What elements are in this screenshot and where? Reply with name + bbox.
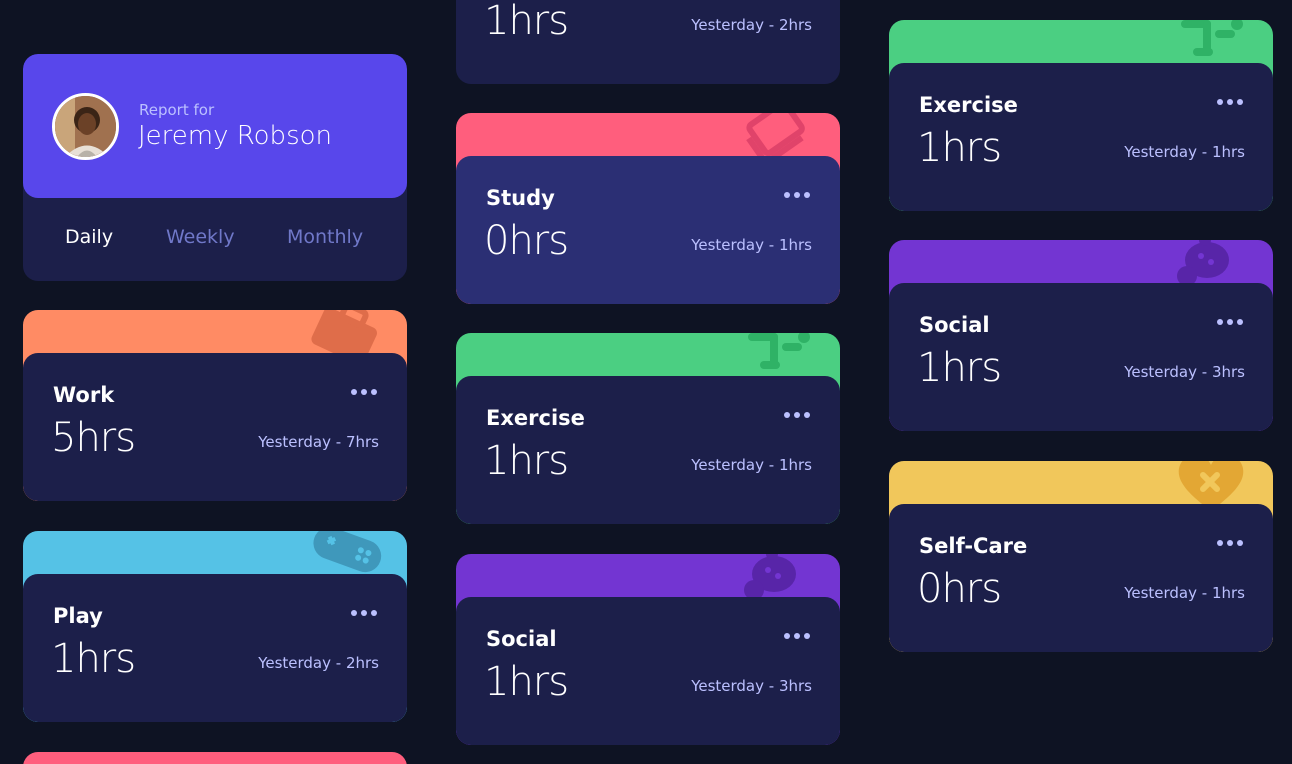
study-card[interactable]: Study 0hrs Yesterday - 1hrs: [456, 113, 840, 304]
study-card-body: Study 0hrs Yesterday - 1hrs: [456, 156, 840, 304]
exercise-card[interactable]: Exercise 1hrs Yesterday - 1hrs: [456, 333, 840, 524]
user-name: Jeremy Robson: [138, 121, 332, 151]
social-card-2-body: Social 1hrs Yesterday - 3hrs: [889, 283, 1273, 431]
social-hours: 1hrs: [484, 659, 569, 705]
social-previous: Yesterday - 3hrs: [691, 677, 812, 695]
study-title: Study: [486, 186, 555, 210]
tab-weekly[interactable]: Weekly: [166, 226, 235, 248]
exercise-previous: Yesterday - 1hrs: [691, 456, 812, 474]
profile-header: Report for Jeremy Robson: [23, 54, 407, 198]
social-card-body: Social 1hrs Yesterday - 3hrs: [456, 597, 840, 745]
exercise-options-icon[interactable]: [784, 410, 812, 420]
play-hours: 1hrs: [51, 636, 136, 682]
tab-daily[interactable]: Daily: [65, 226, 113, 248]
social-card[interactable]: Social 1hrs Yesterday - 3hrs: [456, 554, 840, 745]
study-card-partial[interactable]: [23, 752, 407, 764]
self-care-title: Self-Care: [919, 534, 1028, 558]
avatar: [52, 93, 119, 160]
social-2-options-icon[interactable]: [1217, 317, 1245, 327]
exercise-title: Exercise: [486, 406, 585, 430]
self-care-card[interactable]: Self-Care 0hrs Yesterday - 1hrs: [889, 461, 1273, 652]
self-care-card-body: Self-Care 0hrs Yesterday - 1hrs: [889, 504, 1273, 652]
work-options-icon[interactable]: [351, 387, 379, 397]
play-title: Play: [53, 604, 103, 628]
social-2-previous: Yesterday - 3hrs: [1124, 363, 1245, 381]
exercise-2-previous: Yesterday - 1hrs: [1124, 143, 1245, 161]
exercise-card-2[interactable]: Exercise 1hrs Yesterday - 1hrs: [889, 20, 1273, 211]
exercise-hours: 1hrs: [484, 438, 569, 484]
col2-top-hours: 1hrs: [484, 0, 569, 44]
col2-top-previous: Yesterday - 2hrs: [691, 16, 812, 34]
social-2-hours: 1hrs: [917, 345, 1002, 391]
profile-card: Report for Jeremy Robson Daily Weekly Mo…: [23, 54, 407, 281]
play-card[interactable]: Play 1hrs Yesterday - 2hrs: [23, 531, 407, 722]
exercise-2-title: Exercise: [919, 93, 1018, 117]
social-title: Social: [486, 627, 557, 651]
period-tabs: Daily Weekly Monthly: [23, 226, 407, 256]
work-card-body: Work 5hrs Yesterday - 7hrs: [23, 353, 407, 501]
self-care-options-icon[interactable]: [1217, 538, 1245, 548]
play-card-body: Play 1hrs Yesterday - 2hrs: [23, 574, 407, 722]
social-2-title: Social: [919, 313, 990, 337]
work-card[interactable]: Work 5hrs Yesterday - 7hrs: [23, 310, 407, 501]
work-previous: Yesterday - 7hrs: [258, 433, 379, 451]
study-options-icon[interactable]: [784, 190, 812, 200]
social-options-icon[interactable]: [784, 631, 812, 641]
social-card-2[interactable]: Social 1hrs Yesterday - 3hrs: [889, 240, 1273, 431]
exercise-card-2-body: Exercise 1hrs Yesterday - 1hrs: [889, 63, 1273, 211]
tab-monthly[interactable]: Monthly: [287, 226, 363, 248]
exercise-card-body: Exercise 1hrs Yesterday - 1hrs: [456, 376, 840, 524]
work-title: Work: [53, 383, 115, 407]
work-hours: 5hrs: [51, 415, 136, 461]
col2-top-card-body[interactable]: 1hrs Yesterday - 2hrs: [456, 0, 840, 84]
self-care-previous: Yesterday - 1hrs: [1124, 584, 1245, 602]
exercise-2-options-icon[interactable]: [1217, 97, 1245, 107]
exercise-2-hours: 1hrs: [917, 125, 1002, 171]
study-hours: 0hrs: [484, 218, 569, 264]
report-for-label: Report for: [139, 101, 215, 119]
self-care-hours: 0hrs: [917, 566, 1002, 612]
play-options-icon[interactable]: [351, 608, 379, 618]
study-previous: Yesterday - 1hrs: [691, 236, 812, 254]
play-previous: Yesterday - 2hrs: [258, 654, 379, 672]
